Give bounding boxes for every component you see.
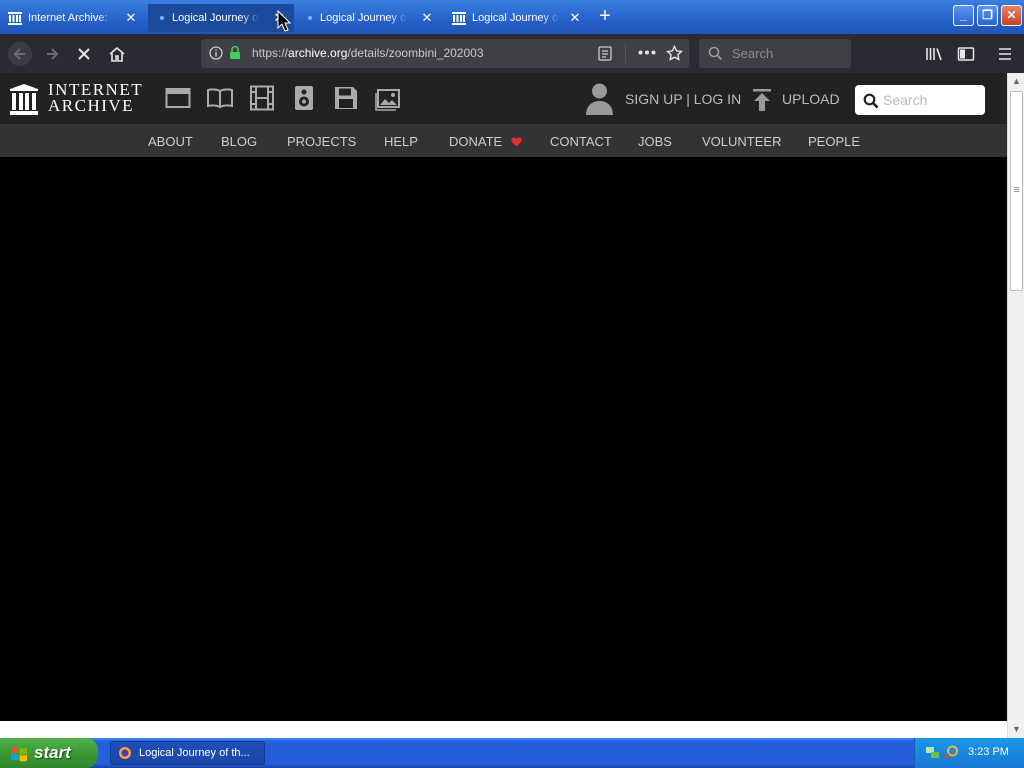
nav-jobs[interactable]: JOBS: [638, 134, 672, 149]
search-magnifier-icon: [863, 93, 879, 109]
info-icon[interactable]: [209, 46, 223, 60]
library-icon[interactable]: [922, 42, 946, 66]
browser-search-bar[interactable]: Search: [699, 39, 851, 68]
tab-close-icon[interactable]: ✕: [124, 11, 138, 25]
stop-loading-x-icon[interactable]: [72, 42, 96, 66]
vertical-scrollbar[interactable]: ▲ ▼: [1007, 73, 1024, 738]
hamburger-menu-icon[interactable]: [993, 42, 1017, 66]
browser-toolbar: https://archive.org/details/zoombini_202…: [0, 34, 1024, 73]
nav-people[interactable]: PEOPLE: [808, 134, 860, 149]
scroll-down-arrow-icon[interactable]: ▼: [1009, 721, 1024, 737]
heart-icon: [511, 137, 522, 147]
internet-archive-favicon-icon: [452, 11, 466, 25]
user-avatar-icon[interactable]: [585, 82, 614, 115]
url-prefix: https://: [252, 46, 289, 60]
firefox-app-icon: [119, 747, 131, 759]
tab-close-icon[interactable]: ✕: [568, 11, 582, 25]
url-bar-divider: [625, 44, 626, 63]
internet-archive-favicon-icon: [8, 11, 22, 25]
taskbar-window-button[interactable]: Logical Journey of th...: [110, 741, 265, 765]
nav-about[interactable]: ABOUT: [148, 134, 193, 149]
nav-help[interactable]: HELP: [384, 134, 418, 149]
minimize-window-icon[interactable]: _: [953, 5, 974, 26]
nav-volunteer[interactable]: VOLUNTEER: [702, 134, 781, 149]
tab-label: Logical Journey of: [472, 12, 560, 24]
software-floppy-icon[interactable]: [333, 85, 359, 111]
system-tray: 3:23 PM: [914, 738, 1024, 768]
home-icon[interactable]: [105, 42, 129, 66]
tab-label: Internet Archive:: [28, 12, 108, 24]
clock: 3:23 PM: [968, 746, 1009, 758]
tab-logical-journey-2[interactable]: Logical Journey of ✕: [296, 4, 442, 32]
tab-label: Logical Journey of: [172, 12, 260, 24]
upload-link[interactable]: UPLOAD: [782, 91, 840, 107]
ia-header: INTERNET ARCHIVE SIGN UP | LOG IN UPLOAD…: [0, 73, 1007, 124]
start-button[interactable]: start: [0, 738, 98, 768]
ia-secondary-nav: ABOUT BLOG PROJECTS HELP DONATE CONTACT …: [0, 124, 1007, 157]
archive-building-icon: [10, 84, 38, 115]
sidebar-toggle-icon[interactable]: [954, 42, 978, 66]
loading-dot-icon: [308, 16, 312, 20]
ia-search-placeholder: Search: [883, 92, 928, 108]
ia-search-input[interactable]: Search: [855, 85, 985, 115]
taskbar-window-label: Logical Journey of th...: [139, 747, 250, 759]
tab-close-icon[interactable]: ✕: [420, 11, 434, 25]
new-tab-plus-icon[interactable]: +: [594, 6, 616, 28]
url-host: archive.org: [288, 46, 348, 60]
screen: Internet Archive: ✕ Logical Journey of ✕…: [0, 0, 1024, 768]
reader-view-icon[interactable]: [598, 46, 612, 61]
mouse-cursor-icon: [277, 10, 291, 32]
scroll-up-arrow-icon[interactable]: ▲: [1009, 73, 1024, 89]
start-label: start: [34, 743, 71, 762]
bookmark-star-icon[interactable]: [666, 45, 683, 62]
windows-flag-icon: [11, 746, 27, 762]
url-bar[interactable]: https://archive.org/details/zoombini_202…: [201, 39, 689, 68]
sign-up-log-in-link[interactable]: SIGN UP | LOG IN: [625, 91, 741, 107]
url-path: /details/zoombini_202003: [347, 46, 484, 60]
internet-archive-logo[interactable]: INTERNET ARCHIVE: [10, 81, 146, 117]
nav-donate-label: DONATE: [449, 134, 503, 149]
content-bottom-strip: [0, 721, 1007, 738]
restore-window-icon[interactable]: ❐: [977, 5, 998, 26]
page-actions-ellipsis-icon[interactable]: [638, 50, 656, 55]
nav-contact[interactable]: CONTACT: [550, 134, 612, 149]
back-arrow-icon[interactable]: [8, 42, 32, 66]
tab-internet-archive[interactable]: Internet Archive: ✕: [0, 4, 146, 32]
search-tray-icon[interactable]: [944, 745, 959, 760]
video-film-icon[interactable]: [249, 85, 275, 111]
browser-tab-bar: Internet Archive: ✕ Logical Journey of ✕…: [0, 0, 1024, 34]
nav-blog[interactable]: BLOG: [221, 134, 257, 149]
close-window-icon[interactable]: ✕: [1001, 5, 1022, 26]
tab-label: Logical Journey of: [320, 12, 408, 24]
nav-projects[interactable]: PROJECTS: [287, 134, 356, 149]
forward-arrow-icon[interactable]: [40, 42, 64, 66]
url-text[interactable]: https://archive.org/details/zoombini_202…: [252, 46, 484, 60]
texts-book-icon[interactable]: [207, 85, 233, 111]
audio-speaker-icon[interactable]: [291, 85, 317, 111]
padlock-secure-icon[interactable]: [229, 45, 241, 60]
nav-donate[interactable]: DONATE: [449, 134, 522, 149]
upload-arrow-icon[interactable]: [751, 88, 773, 112]
browser-search-placeholder: Search: [732, 46, 774, 61]
logo-line-2: ARCHIVE: [48, 96, 135, 115]
page-content-area: [0, 157, 1007, 721]
scrollbar-thumb[interactable]: [1010, 91, 1023, 291]
images-photo-icon[interactable]: [375, 85, 401, 111]
web-archive-icon[interactable]: [165, 85, 191, 111]
windows-taskbar: start Logical Journey of th... 3:23 PM: [0, 738, 1024, 768]
tab-logical-journey-3[interactable]: Logical Journey of ✕: [444, 4, 590, 32]
tab-logical-journey-active[interactable]: Logical Journey of ✕: [148, 4, 294, 32]
loading-dot-icon: [160, 16, 164, 20]
search-magnifier-icon: [708, 46, 723, 61]
network-tray-icon[interactable]: [925, 745, 940, 760]
